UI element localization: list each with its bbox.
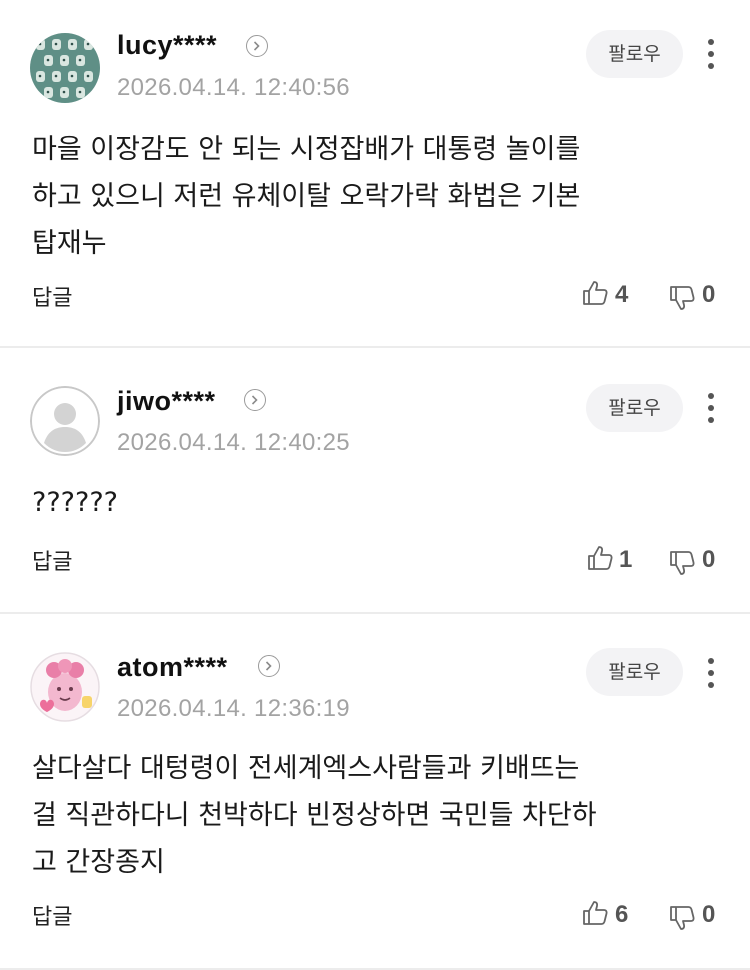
pattern-avatar-icon[interactable] xyxy=(30,33,100,103)
comment-item: lucy**** 2026.04.14. 12:40:56 팔로우 마을 이장감… xyxy=(0,0,750,348)
more-options-icon[interactable] xyxy=(700,37,722,71)
reply-button[interactable]: 답글 xyxy=(32,899,72,931)
dislike-count: 0 xyxy=(702,281,716,308)
thumbs-down-icon[interactable] xyxy=(668,284,696,312)
follow-button[interactable]: 팔로우 xyxy=(586,384,683,432)
follow-button[interactable]: 팔로우 xyxy=(586,30,683,78)
chevron-right-circle-icon[interactable] xyxy=(258,655,280,677)
thumbs-up-icon[interactable] xyxy=(581,899,609,927)
default-person-avatar-icon[interactable] xyxy=(30,386,100,456)
dislike-count: 0 xyxy=(702,546,716,573)
pink-character-avatar-icon[interactable] xyxy=(30,652,100,722)
like-count: 4 xyxy=(615,281,629,308)
comment-timestamp: 2026.04.14. 12:36:19 xyxy=(117,695,350,722)
follow-button[interactable]: 팔로우 xyxy=(586,648,683,696)
dislike-count: 0 xyxy=(702,901,716,928)
like-count: 1 xyxy=(619,546,633,573)
comment-text: 살다살다 대텅령이 전세계엑스사람들과 키배뜨는 걸 직관하다니 천박하다 빈정… xyxy=(32,753,597,878)
comment-timestamp: 2026.04.14. 12:40:56 xyxy=(117,74,350,101)
comment-item: atom**** 2026.04.14. 12:36:19 팔로우 살다살다 대… xyxy=(0,614,750,970)
username[interactable]: atom**** xyxy=(117,652,228,683)
comment-text: ?????? xyxy=(32,487,118,518)
more-options-icon[interactable] xyxy=(700,391,722,425)
reply-button[interactable]: 답글 xyxy=(32,280,72,312)
like-count: 6 xyxy=(615,901,629,928)
thumbs-up-icon[interactable] xyxy=(581,279,609,307)
comment-item: jiwo**** 2026.04.14. 12:40:25 팔로우 ??????… xyxy=(0,348,750,614)
chevron-right-circle-icon[interactable] xyxy=(246,35,268,57)
more-options-icon[interactable] xyxy=(700,656,722,690)
thumbs-down-icon[interactable] xyxy=(668,549,696,577)
thumbs-up-icon[interactable] xyxy=(586,544,614,572)
comment-timestamp: 2026.04.14. 12:40:25 xyxy=(117,429,350,456)
comment-text: 마을 이장감도 안 되는 시정잡배가 대통령 놀이를 하고 있으니 저런 유체이… xyxy=(32,134,581,259)
thumbs-down-icon[interactable] xyxy=(668,904,696,932)
username[interactable]: lucy**** xyxy=(117,30,217,61)
chevron-right-circle-icon[interactable] xyxy=(244,389,266,411)
username[interactable]: jiwo**** xyxy=(117,386,216,417)
reply-button[interactable]: 답글 xyxy=(32,544,72,576)
